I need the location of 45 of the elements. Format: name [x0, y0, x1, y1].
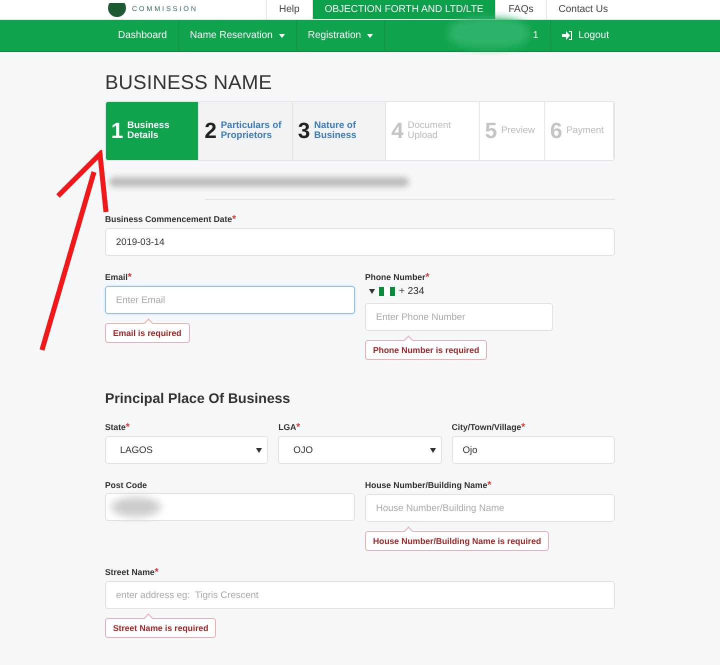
logo-icon: [108, 2, 126, 16]
field-label: House Number/Building Name*: [365, 480, 492, 491]
field-label: LGA*: [278, 422, 302, 433]
page-title: BUSINESS NAME: [105, 72, 274, 95]
flag-icon[interactable]: [379, 287, 395, 296]
required-mark: *: [425, 272, 430, 283]
required-mark: *: [487, 480, 492, 491]
caret-icon: [430, 448, 436, 452]
caret-icon: [256, 448, 262, 452]
field-label: Phone Number*: [365, 272, 430, 283]
required-mark: *: [521, 422, 526, 433]
error-message: Street Name is required: [105, 613, 216, 638]
field-label: Business Commencement Date*: [105, 214, 237, 225]
field-label: City/Town/Village*: [452, 422, 526, 433]
field-label: Street Name*: [105, 567, 160, 578]
input-field[interactable]: 2019-03-14: [105, 228, 615, 256]
input-field[interactable]: enter address eg: Tigris Crescent: [105, 581, 615, 609]
select-field[interactable]: LAGOS: [105, 436, 268, 464]
required-mark: *: [126, 422, 130, 433]
logout-link[interactable]: Logout: [550, 20, 620, 51]
error-message: House Number/Building Name is required: [365, 526, 550, 551]
nav-item[interactable]: Name Reservation: [178, 20, 297, 51]
section-title: Principal Place Of Business: [105, 390, 292, 406]
required-mark: *: [154, 567, 159, 578]
error-message: Phone Number is required: [365, 335, 488, 360]
logout-icon: [562, 31, 572, 40]
error-message: Email is required: [105, 318, 190, 343]
field-label: Email*: [105, 272, 133, 283]
required-mark: *: [232, 214, 236, 225]
required-mark: *: [128, 272, 132, 283]
nav-item[interactable]: Registration: [296, 20, 386, 51]
user-name[interactable]: 1: [528, 30, 550, 41]
input-field[interactable]: House Number/Building Name: [365, 494, 615, 522]
input-field[interactable]: Enter Email: [105, 286, 355, 314]
field-label: State*: [105, 422, 131, 433]
input-field[interactable]: Enter Phone Number: [365, 303, 553, 331]
input-field[interactable]: Ojo: [452, 436, 615, 464]
field-label: Post Code: [105, 480, 148, 490]
country-code: + 234: [399, 286, 424, 297]
select-field[interactable]: OJO: [278, 436, 442, 464]
required-mark: *: [296, 422, 300, 433]
header-link[interactable]: OBJECTION FORTH AND LTD/LTE: [312, 0, 496, 19]
header-link[interactable]: Contact Us: [546, 0, 620, 19]
dropdown-icon: [369, 289, 375, 294]
nav-item[interactable]: Dashboard: [107, 20, 179, 51]
